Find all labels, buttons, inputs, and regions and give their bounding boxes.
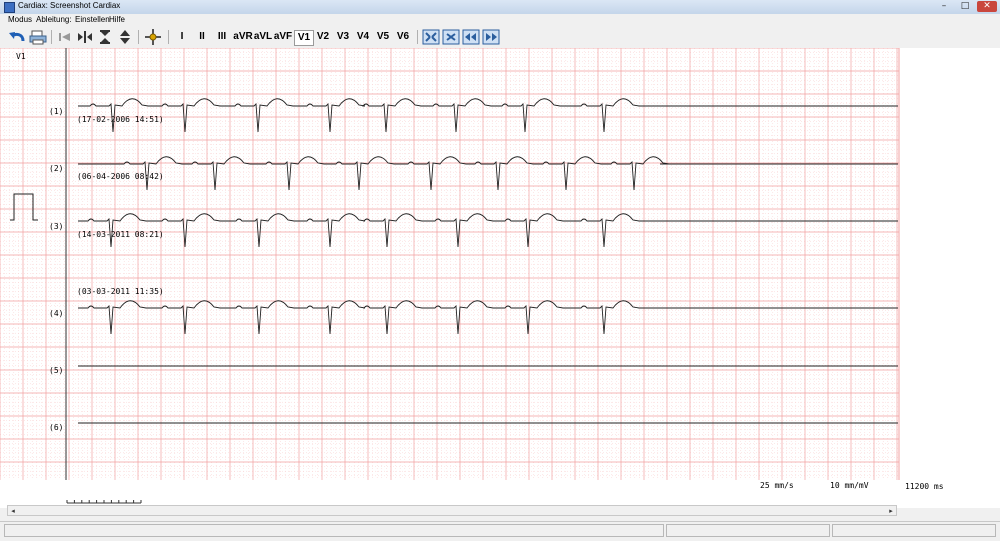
crosshair-icon[interactable]: [143, 29, 163, 45]
zoom-icon[interactable]: [442, 29, 460, 45]
maximize-button[interactable]: □: [956, 1, 974, 12]
trace-date-3: (14-03-2011 08:21): [77, 230, 164, 239]
ecg-canvas[interactable]: V1 (1) (2) (3) (4) (5) (6) (17-02-2006 1…: [0, 48, 1000, 508]
scroll-left-arrow-icon[interactable]: ◂: [9, 507, 17, 515]
status-pane-3: [832, 524, 996, 537]
lead-button-v2[interactable]: V2: [314, 29, 332, 45]
app-icon: [4, 2, 15, 13]
menu-bar: Modus Ableitung: Einstellen Hilfe: [0, 14, 1000, 26]
toolbar-separator: [51, 30, 52, 44]
trace-index-1: (1): [49, 107, 63, 116]
trace-date-1: (17-02-2006 14:51): [77, 115, 164, 124]
toolbar-separator: [168, 30, 169, 44]
calibration-pulse: [10, 193, 38, 221]
window-title: Cardiax: Screenshot Cardiax: [18, 1, 121, 10]
trace-index-5: (5): [49, 366, 63, 375]
skip-prev-icon[interactable]: [57, 29, 73, 45]
horizontal-scrollbar[interactable]: ◂ ▸: [7, 505, 897, 516]
toolbar: I II III aVR aVL aVF V1 V2 V3 V4 V5 V6: [0, 26, 1000, 49]
minimize-button[interactable]: –: [935, 1, 953, 12]
horizontal-stretch-icon[interactable]: [77, 29, 93, 45]
undo-arrow-icon[interactable]: [7, 29, 27, 45]
lead-button-ii[interactable]: II: [194, 29, 210, 45]
ecg-grid: [0, 48, 899, 480]
vertical-compress-icon[interactable]: [97, 29, 113, 45]
fit-all-icon[interactable]: [422, 29, 440, 45]
trace-index-6: (6): [49, 423, 63, 432]
duration-label: 11200 ms: [905, 482, 944, 491]
ecg-trace-3: [78, 213, 898, 248]
lead-button-avf[interactable]: aVF: [273, 29, 293, 45]
status-bar: [0, 521, 1000, 541]
ecg-panel[interactable]: V1 (1) (2) (3) (4) (5) (6) (17-02-2006 1…: [0, 48, 1000, 508]
lead-button-v1[interactable]: V1: [294, 30, 314, 46]
lead-button-v3[interactable]: V3: [334, 29, 352, 45]
status-pane-main: [4, 524, 664, 537]
menu-hilfe[interactable]: Hilfe: [109, 15, 125, 24]
paper-speed-label: 25 mm/s: [760, 481, 794, 490]
title-bar: Cardiax: Screenshot Cardiax – □ ✕: [0, 0, 1000, 15]
lead-button-avl[interactable]: aVL: [253, 29, 273, 45]
scroll-right-arrow-icon[interactable]: ▸: [887, 507, 895, 515]
lead-button-v4[interactable]: V4: [354, 29, 372, 45]
lead-button-v5[interactable]: V5: [374, 29, 392, 45]
lead-button-v6[interactable]: V6: [394, 29, 412, 45]
lead-label: V1: [16, 52, 26, 61]
menu-ableitung[interactable]: Ableitung:: [36, 15, 72, 24]
time-scale-ruler: [66, 500, 142, 504]
menu-einstellen[interactable]: Einstellen: [75, 15, 110, 24]
trace-index-3: (3): [49, 222, 63, 231]
toolbar-separator: [417, 30, 418, 44]
ecg-trace-1: [78, 98, 898, 133]
ecg-trace-2: [78, 156, 898, 191]
close-button[interactable]: ✕: [977, 1, 997, 12]
shift-right-icon[interactable]: [482, 29, 500, 45]
printer-icon[interactable]: [29, 29, 47, 45]
grid-major-lines: [0, 48, 899, 480]
gain-label: 10 mm/mV: [830, 481, 869, 490]
grid-minor-lines: [0, 48, 899, 480]
lead-button-iii[interactable]: III: [213, 29, 231, 45]
status-pane-2: [666, 524, 830, 537]
vertical-stretch-icon[interactable]: [117, 29, 133, 45]
lead-button-avr[interactable]: aVR: [233, 29, 253, 45]
lead-button-i[interactable]: I: [176, 29, 188, 45]
shift-left-icon[interactable]: [462, 29, 480, 45]
toolbar-separator: [138, 30, 139, 44]
trace-index-4: (4): [49, 309, 63, 318]
menu-modus[interactable]: Modus: [8, 15, 32, 24]
trace-index-2: (2): [49, 164, 63, 173]
trace-date-2: (06-04-2006 08:42): [77, 172, 164, 181]
trace-date-4: (03-03-2011 11:35): [77, 287, 164, 296]
